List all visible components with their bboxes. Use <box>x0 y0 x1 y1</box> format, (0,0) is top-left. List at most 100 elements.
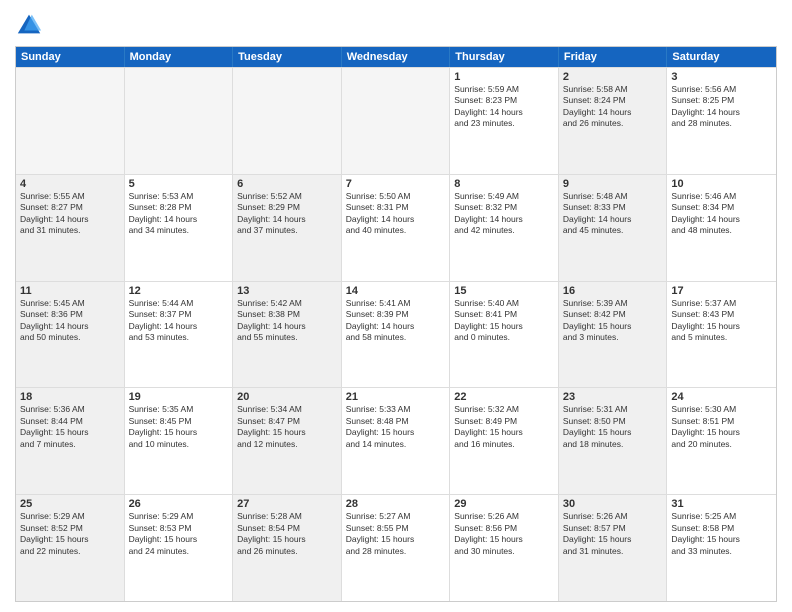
cell-info: Sunrise: 5:28 AM Sunset: 8:54 PM Dayligh… <box>237 511 337 557</box>
cell-info: Sunrise: 5:35 AM Sunset: 8:45 PM Dayligh… <box>129 404 229 450</box>
cell-info: Sunrise: 5:25 AM Sunset: 8:58 PM Dayligh… <box>671 511 772 557</box>
day-number: 4 <box>20 178 120 190</box>
calendar-cell-4-6: 31Sunrise: 5:25 AM Sunset: 8:58 PM Dayli… <box>667 495 776 601</box>
calendar-cell-2-5: 16Sunrise: 5:39 AM Sunset: 8:42 PM Dayli… <box>559 282 668 388</box>
calendar-cell-4-2: 27Sunrise: 5:28 AM Sunset: 8:54 PM Dayli… <box>233 495 342 601</box>
day-number: 18 <box>20 391 120 403</box>
cell-info: Sunrise: 5:40 AM Sunset: 8:41 PM Dayligh… <box>454 298 554 344</box>
day-number: 6 <box>237 178 337 190</box>
calendar-cell-3-6: 24Sunrise: 5:30 AM Sunset: 8:51 PM Dayli… <box>667 388 776 494</box>
cell-info: Sunrise: 5:41 AM Sunset: 8:39 PM Dayligh… <box>346 298 446 344</box>
calendar-cell-1-6: 10Sunrise: 5:46 AM Sunset: 8:34 PM Dayli… <box>667 175 776 281</box>
day-number: 27 <box>237 498 337 510</box>
calendar-cell-2-2: 13Sunrise: 5:42 AM Sunset: 8:38 PM Dayli… <box>233 282 342 388</box>
cell-info: Sunrise: 5:39 AM Sunset: 8:42 PM Dayligh… <box>563 298 663 344</box>
day-number: 15 <box>454 285 554 297</box>
calendar-cell-0-6: 3Sunrise: 5:56 AM Sunset: 8:25 PM Daylig… <box>667 68 776 174</box>
calendar-cell-0-2 <box>233 68 342 174</box>
cell-info: Sunrise: 5:48 AM Sunset: 8:33 PM Dayligh… <box>563 191 663 237</box>
calendar-row-4: 25Sunrise: 5:29 AM Sunset: 8:52 PM Dayli… <box>16 494 776 601</box>
header-day-wednesday: Wednesday <box>342 47 451 67</box>
day-number: 14 <box>346 285 446 297</box>
day-number: 12 <box>129 285 229 297</box>
day-number: 13 <box>237 285 337 297</box>
calendar-cell-2-1: 12Sunrise: 5:44 AM Sunset: 8:37 PM Dayli… <box>125 282 234 388</box>
page: SundayMondayTuesdayWednesdayThursdayFrid… <box>0 0 792 612</box>
day-number: 17 <box>671 285 772 297</box>
header-day-friday: Friday <box>559 47 668 67</box>
calendar-cell-1-3: 7Sunrise: 5:50 AM Sunset: 8:31 PM Daylig… <box>342 175 451 281</box>
day-number: 5 <box>129 178 229 190</box>
calendar-row-3: 18Sunrise: 5:36 AM Sunset: 8:44 PM Dayli… <box>16 387 776 494</box>
calendar-header: SundayMondayTuesdayWednesdayThursdayFrid… <box>16 47 776 67</box>
day-number: 21 <box>346 391 446 403</box>
cell-info: Sunrise: 5:53 AM Sunset: 8:28 PM Dayligh… <box>129 191 229 237</box>
cell-info: Sunrise: 5:36 AM Sunset: 8:44 PM Dayligh… <box>20 404 120 450</box>
day-number: 31 <box>671 498 772 510</box>
cell-info: Sunrise: 5:32 AM Sunset: 8:49 PM Dayligh… <box>454 404 554 450</box>
cell-info: Sunrise: 5:45 AM Sunset: 8:36 PM Dayligh… <box>20 298 120 344</box>
day-number: 10 <box>671 178 772 190</box>
cell-info: Sunrise: 5:27 AM Sunset: 8:55 PM Dayligh… <box>346 511 446 557</box>
calendar-cell-3-1: 19Sunrise: 5:35 AM Sunset: 8:45 PM Dayli… <box>125 388 234 494</box>
day-number: 24 <box>671 391 772 403</box>
cell-info: Sunrise: 5:42 AM Sunset: 8:38 PM Dayligh… <box>237 298 337 344</box>
calendar-cell-0-5: 2Sunrise: 5:58 AM Sunset: 8:24 PM Daylig… <box>559 68 668 174</box>
calendar-cell-1-0: 4Sunrise: 5:55 AM Sunset: 8:27 PM Daylig… <box>16 175 125 281</box>
day-number: 11 <box>20 285 120 297</box>
cell-info: Sunrise: 5:49 AM Sunset: 8:32 PM Dayligh… <box>454 191 554 237</box>
header <box>15 10 777 38</box>
calendar-cell-2-3: 14Sunrise: 5:41 AM Sunset: 8:39 PM Dayli… <box>342 282 451 388</box>
cell-info: Sunrise: 5:33 AM Sunset: 8:48 PM Dayligh… <box>346 404 446 450</box>
calendar-cell-0-1 <box>125 68 234 174</box>
day-number: 8 <box>454 178 554 190</box>
cell-info: Sunrise: 5:56 AM Sunset: 8:25 PM Dayligh… <box>671 84 772 130</box>
calendar-cell-0-4: 1Sunrise: 5:59 AM Sunset: 8:23 PM Daylig… <box>450 68 559 174</box>
header-day-tuesday: Tuesday <box>233 47 342 67</box>
calendar-cell-4-5: 30Sunrise: 5:26 AM Sunset: 8:57 PM Dayli… <box>559 495 668 601</box>
calendar-cell-1-2: 6Sunrise: 5:52 AM Sunset: 8:29 PM Daylig… <box>233 175 342 281</box>
calendar-cell-4-3: 28Sunrise: 5:27 AM Sunset: 8:55 PM Dayli… <box>342 495 451 601</box>
cell-info: Sunrise: 5:55 AM Sunset: 8:27 PM Dayligh… <box>20 191 120 237</box>
day-number: 30 <box>563 498 663 510</box>
cell-info: Sunrise: 5:50 AM Sunset: 8:31 PM Dayligh… <box>346 191 446 237</box>
cell-info: Sunrise: 5:30 AM Sunset: 8:51 PM Dayligh… <box>671 404 772 450</box>
calendar-cell-3-5: 23Sunrise: 5:31 AM Sunset: 8:50 PM Dayli… <box>559 388 668 494</box>
day-number: 26 <box>129 498 229 510</box>
calendar-cell-2-6: 17Sunrise: 5:37 AM Sunset: 8:43 PM Dayli… <box>667 282 776 388</box>
calendar-cell-3-2: 20Sunrise: 5:34 AM Sunset: 8:47 PM Dayli… <box>233 388 342 494</box>
day-number: 1 <box>454 71 554 83</box>
cell-info: Sunrise: 5:26 AM Sunset: 8:57 PM Dayligh… <box>563 511 663 557</box>
cell-info: Sunrise: 5:59 AM Sunset: 8:23 PM Dayligh… <box>454 84 554 130</box>
logo-icon <box>15 10 43 38</box>
day-number: 2 <box>563 71 663 83</box>
calendar-cell-4-0: 25Sunrise: 5:29 AM Sunset: 8:52 PM Dayli… <box>16 495 125 601</box>
calendar: SundayMondayTuesdayWednesdayThursdayFrid… <box>15 46 777 602</box>
calendar-cell-1-5: 9Sunrise: 5:48 AM Sunset: 8:33 PM Daylig… <box>559 175 668 281</box>
day-number: 3 <box>671 71 772 83</box>
day-number: 23 <box>563 391 663 403</box>
header-day-thursday: Thursday <box>450 47 559 67</box>
calendar-cell-3-0: 18Sunrise: 5:36 AM Sunset: 8:44 PM Dayli… <box>16 388 125 494</box>
cell-info: Sunrise: 5:34 AM Sunset: 8:47 PM Dayligh… <box>237 404 337 450</box>
cell-info: Sunrise: 5:52 AM Sunset: 8:29 PM Dayligh… <box>237 191 337 237</box>
cell-info: Sunrise: 5:29 AM Sunset: 8:52 PM Dayligh… <box>20 511 120 557</box>
cell-info: Sunrise: 5:31 AM Sunset: 8:50 PM Dayligh… <box>563 404 663 450</box>
header-day-saturday: Saturday <box>667 47 776 67</box>
header-day-monday: Monday <box>125 47 234 67</box>
header-day-sunday: Sunday <box>16 47 125 67</box>
logo <box>15 10 47 38</box>
cell-info: Sunrise: 5:26 AM Sunset: 8:56 PM Dayligh… <box>454 511 554 557</box>
calendar-cell-4-4: 29Sunrise: 5:26 AM Sunset: 8:56 PM Dayli… <box>450 495 559 601</box>
day-number: 9 <box>563 178 663 190</box>
calendar-cell-1-1: 5Sunrise: 5:53 AM Sunset: 8:28 PM Daylig… <box>125 175 234 281</box>
calendar-cell-2-4: 15Sunrise: 5:40 AM Sunset: 8:41 PM Dayli… <box>450 282 559 388</box>
day-number: 7 <box>346 178 446 190</box>
day-number: 22 <box>454 391 554 403</box>
calendar-cell-3-3: 21Sunrise: 5:33 AM Sunset: 8:48 PM Dayli… <box>342 388 451 494</box>
calendar-row-0: 1Sunrise: 5:59 AM Sunset: 8:23 PM Daylig… <box>16 67 776 174</box>
day-number: 29 <box>454 498 554 510</box>
calendar-cell-0-3 <box>342 68 451 174</box>
calendar-row-2: 11Sunrise: 5:45 AM Sunset: 8:36 PM Dayli… <box>16 281 776 388</box>
calendar-cell-0-0 <box>16 68 125 174</box>
